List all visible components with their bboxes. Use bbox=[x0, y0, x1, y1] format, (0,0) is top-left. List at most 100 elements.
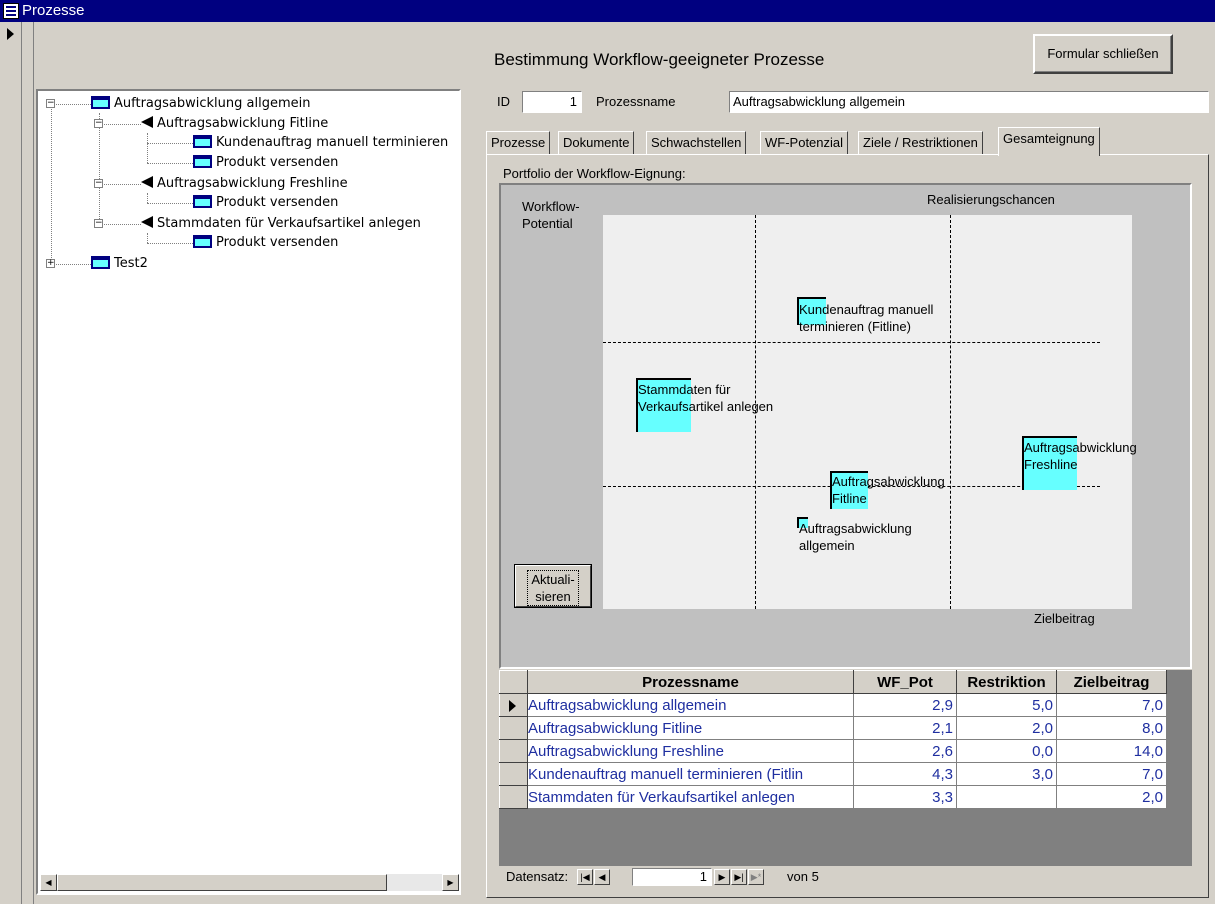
row-selector[interactable] bbox=[499, 739, 528, 763]
tree-node[interactable]: Auftragsabwicklung allgemein bbox=[91, 95, 310, 113]
prev-record-icon[interactable]: ◀ bbox=[594, 869, 610, 885]
table-row[interactable]: Auftragsabwicklung Freshline 2,6 0,0 14,… bbox=[499, 739, 1167, 763]
scroll-thumb[interactable] bbox=[57, 874, 387, 891]
column-header[interactable]: Restriktion bbox=[956, 670, 1057, 694]
tree-node[interactable]: Auftragsabwicklung Fitline bbox=[141, 115, 328, 133]
tab-ziele-restriktionen[interactable]: Ziele / Restriktionen bbox=[858, 131, 983, 154]
horizontal-scrollbar[interactable]: ◀ ▶ bbox=[40, 874, 459, 891]
tab-wf-potenzial[interactable]: WF-Potenzial bbox=[760, 131, 849, 154]
cell-restriktion[interactable]: 3,0 bbox=[956, 762, 1057, 786]
row-selector[interactable] bbox=[499, 762, 528, 786]
process-box-icon bbox=[193, 135, 212, 148]
next-record-icon[interactable]: ▶ bbox=[714, 869, 730, 885]
page-title: Bestimmung Workflow-geeigneter Prozesse bbox=[494, 50, 825, 69]
table-row[interactable]: Stammdaten für Verkaufsartikel anlegen 3… bbox=[499, 785, 1167, 809]
portfolio-plot: Kundenauftrag manuell terminieren (Fitli… bbox=[603, 215, 1137, 609]
last-record-icon[interactable]: ▶| bbox=[731, 869, 747, 885]
window-title-bar[interactable]: Prozesse bbox=[0, 0, 1215, 22]
portfolio-label: Portfolio der Workflow-Eignung: bbox=[503, 166, 686, 181]
cell-zielbeitrag[interactable]: 7,0 bbox=[1056, 762, 1167, 786]
tab-gesamteignung[interactable]: Gesamteignung bbox=[998, 127, 1100, 156]
collapse-icon[interactable]: − bbox=[94, 119, 103, 128]
process-tree[interactable]: − Auftragsabwicklung allgemein − Auftrag… bbox=[36, 89, 461, 895]
expand-icon[interactable]: + bbox=[46, 259, 55, 268]
process-table: Prozessname WF_Pot Restriktion Zielbeitr… bbox=[499, 670, 1167, 809]
form-icon bbox=[3, 3, 19, 19]
tree-node-label: Auftragsabwicklung Fitline bbox=[157, 116, 329, 131]
window-title: Prozesse bbox=[22, 2, 85, 19]
cell-wf-pot[interactable]: 4,3 bbox=[853, 762, 957, 786]
tree-node[interactable]: Auftragsabwicklung Freshline bbox=[141, 175, 348, 193]
cell-zielbeitrag[interactable]: 8,0 bbox=[1056, 716, 1167, 740]
process-name-field[interactable]: Auftragsabwicklung allgemein bbox=[729, 91, 1209, 113]
tree-node[interactable]: Kundenauftrag manuell terminieren bbox=[193, 134, 448, 152]
x-axis-label: Zielbeitrag bbox=[1034, 611, 1095, 626]
triangle-icon bbox=[141, 176, 153, 188]
record-count: von 5 bbox=[787, 869, 819, 884]
table-row[interactable]: Kundenauftrag manuell terminieren (Fitli… bbox=[499, 762, 1167, 786]
tree-node[interactable]: Produkt versenden bbox=[193, 194, 338, 212]
cell-restriktion[interactable] bbox=[956, 785, 1057, 809]
current-row-arrow-icon bbox=[509, 699, 516, 712]
process-datasheet[interactable]: Prozessname WF_Pot Restriktion Zielbeitr… bbox=[499, 670, 1192, 866]
collapse-icon[interactable]: − bbox=[94, 219, 103, 228]
column-header[interactable]: WF_Pot bbox=[853, 670, 957, 694]
process-box-icon bbox=[193, 155, 212, 168]
row-selector[interactable] bbox=[499, 693, 528, 717]
process-name-label: Prozessname bbox=[596, 94, 676, 109]
bubble-label: Auftragsabwicklung Fitline bbox=[832, 474, 945, 506]
table-row[interactable]: Auftragsabwicklung allgemein 2,9 5,0 7,0 bbox=[499, 693, 1167, 717]
refresh-button[interactable]: Aktuali- sieren bbox=[514, 564, 592, 608]
tab-prozesse[interactable]: Prozesse bbox=[486, 131, 551, 154]
record-selector[interactable] bbox=[0, 22, 22, 904]
cell-wf-pot[interactable]: 3,3 bbox=[853, 785, 957, 809]
tab-dokumente[interactable]: Dokumente bbox=[558, 131, 635, 154]
tree-node-label: Test2 bbox=[114, 256, 148, 271]
scroll-left-icon[interactable]: ◀ bbox=[40, 874, 57, 891]
collapse-icon[interactable]: − bbox=[94, 179, 103, 188]
cell-wf-pot[interactable]: 2,9 bbox=[853, 693, 957, 717]
y-axis-label: Workflow- Potential bbox=[522, 199, 580, 231]
cell-prozessname[interactable]: Auftragsabwicklung Fitline bbox=[527, 716, 854, 740]
cell-prozessname[interactable]: Auftragsabwicklung Freshline bbox=[527, 739, 854, 763]
current-record-field[interactable]: 1 bbox=[632, 868, 712, 886]
cell-prozessname[interactable]: Kundenauftrag manuell terminieren (Fitli… bbox=[527, 762, 854, 786]
tree-node[interactable]: Stammdaten für Verkaufsartikel anlegen bbox=[141, 215, 421, 233]
cell-restriktion[interactable]: 0,0 bbox=[956, 739, 1057, 763]
cell-wf-pot[interactable]: 2,6 bbox=[853, 739, 957, 763]
triangle-icon bbox=[141, 116, 153, 128]
first-record-icon[interactable]: |◀ bbox=[577, 869, 593, 885]
cell-prozessname[interactable]: Auftragsabwicklung allgemein bbox=[527, 693, 854, 717]
header-selector[interactable] bbox=[499, 670, 528, 694]
new-record-icon[interactable]: ▶* bbox=[748, 869, 764, 885]
tree-node-label: Produkt versenden bbox=[216, 235, 339, 250]
tree-node-label: Kundenauftrag manuell terminieren bbox=[216, 135, 449, 150]
scroll-right-icon[interactable]: ▶ bbox=[442, 874, 459, 891]
tree-node[interactable]: Test2 bbox=[91, 255, 148, 273]
tree-node-label: Produkt versenden bbox=[216, 155, 339, 170]
table-row[interactable]: Auftragsabwicklung Fitline 2,1 2,0 8,0 bbox=[499, 716, 1167, 740]
tree-node-label: Auftragsabwicklung allgemein bbox=[114, 96, 311, 111]
row-selector[interactable] bbox=[499, 785, 528, 809]
column-header[interactable]: Prozessname bbox=[527, 670, 854, 694]
cell-zielbeitrag[interactable]: 14,0 bbox=[1056, 739, 1167, 763]
cell-zielbeitrag[interactable]: 2,0 bbox=[1056, 785, 1167, 809]
current-record-arrow-icon bbox=[7, 28, 14, 40]
bubble-label: Stammdaten für Verkaufsartikel anlegen bbox=[638, 382, 774, 414]
cell-zielbeitrag[interactable]: 7,0 bbox=[1056, 693, 1167, 717]
tab-schwachstellen[interactable]: Schwachstellen bbox=[646, 131, 747, 154]
id-field[interactable]: 1 bbox=[522, 91, 582, 113]
bubble-label: Kundenauftrag manuell terminieren (Fitli… bbox=[799, 302, 934, 334]
table-header-row: Prozessname WF_Pot Restriktion Zielbeitr… bbox=[499, 670, 1167, 694]
cell-wf-pot[interactable]: 2,1 bbox=[853, 716, 957, 740]
row-selector[interactable] bbox=[499, 716, 528, 740]
tree-node[interactable]: Produkt versenden bbox=[193, 154, 338, 172]
cell-prozessname[interactable]: Stammdaten für Verkaufsartikel anlegen bbox=[527, 785, 854, 809]
cell-restriktion[interactable]: 5,0 bbox=[956, 693, 1057, 717]
close-form-button[interactable]: Formular schließen bbox=[1033, 34, 1173, 74]
cell-restriktion[interactable]: 2,0 bbox=[956, 716, 1057, 740]
bubble-label: Auftragsabwicklung allgemein bbox=[799, 521, 912, 553]
tree-node[interactable]: Produkt versenden bbox=[193, 234, 338, 252]
collapse-icon[interactable]: − bbox=[46, 99, 55, 108]
column-header[interactable]: Zielbeitrag bbox=[1056, 670, 1167, 694]
